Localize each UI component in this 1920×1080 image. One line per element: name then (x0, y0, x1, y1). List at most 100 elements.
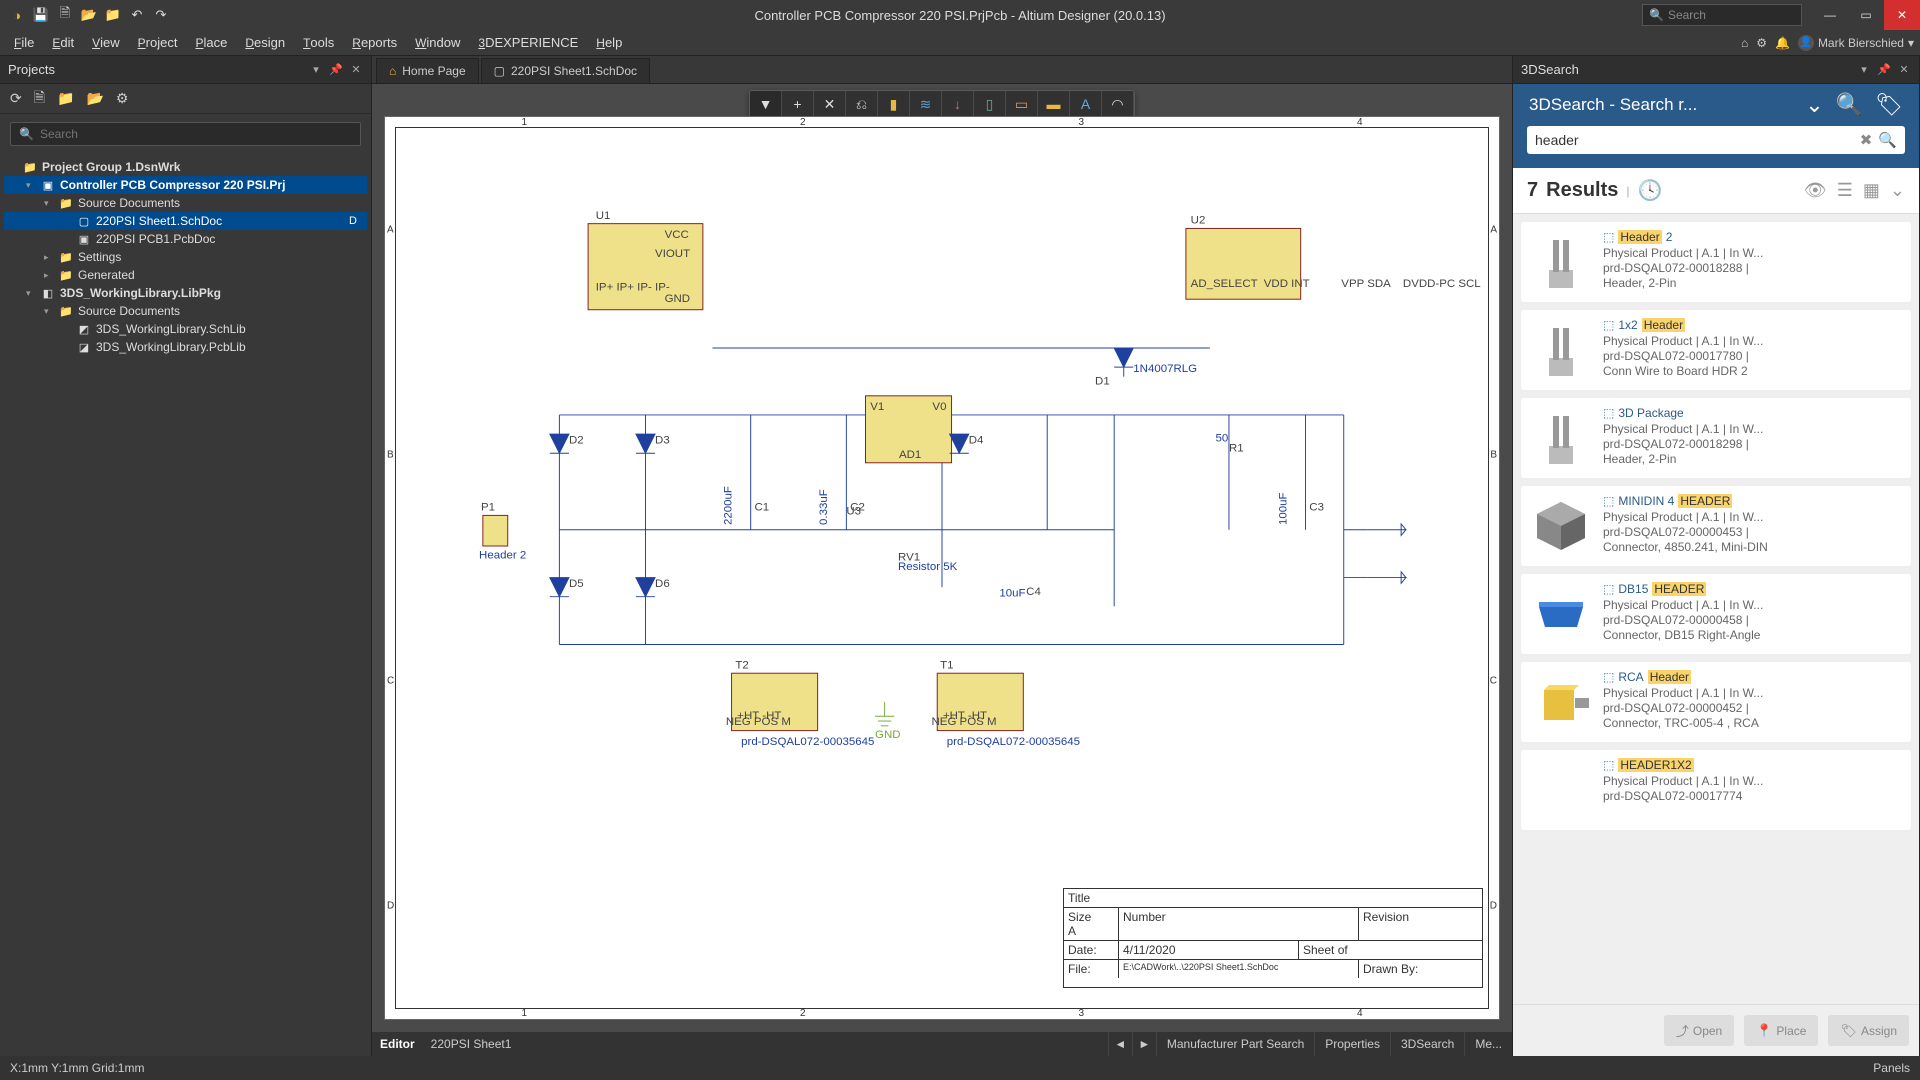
result-id: prd-DSQAL072-00018288 | (1603, 261, 1903, 275)
grid-view-icon[interactable]: ▦ (1863, 180, 1880, 201)
gear-icon[interactable]: ⚙ (116, 90, 129, 107)
menu-design[interactable]: Design (237, 31, 293, 54)
global-search[interactable]: 🔍 Search (1642, 4, 1802, 26)
filter-icon[interactable]: ☰ (1837, 180, 1853, 201)
settings-gear-icon[interactable]: ⚙ (1756, 36, 1767, 50)
result-card[interactable]: ⬚ Header 2Physical Product | A.1 | In W.… (1521, 222, 1911, 302)
file-icon[interactable]: 🗎 (34, 87, 45, 111)
tab-manufacturer[interactable]: Manufacturer Part Search (1156, 1032, 1314, 1056)
svg-text:AD_SELECT VDD INT VP: AD_SELECT VDD INT VPP SDA DVDD-PC SCL AV… (1191, 278, 1488, 290)
panel-dropdown-icon[interactable]: ▾ (309, 63, 323, 77)
search-icon[interactable]: 🔍 (1878, 131, 1897, 149)
text-icon[interactable]: A (1070, 91, 1102, 117)
sheet-icon[interactable]: ▭ (1006, 91, 1038, 117)
search-icon[interactable]: 🔍 (1836, 92, 1863, 118)
clear-icon[interactable]: ✖ (1860, 131, 1873, 149)
doc-tab[interactable]: ▢220PSI Sheet1.SchDoc (481, 58, 650, 83)
part-icon[interactable]: ▬ (1038, 91, 1070, 117)
menu-view[interactable]: View (84, 31, 128, 54)
panel-pin-icon[interactable]: 📌 (329, 63, 343, 77)
redo-icon[interactable]: ↷ (152, 6, 170, 24)
open-folder-icon[interactable]: 📂 (80, 6, 98, 24)
menu-3dexperience[interactable]: 3DEXPERIENCE (470, 31, 586, 54)
component-icon[interactable]: ▯ (974, 91, 1006, 117)
tree-item[interactable]: 📁Project Group 1.DsnWrk (4, 158, 367, 176)
plus-icon[interactable]: + (782, 91, 814, 117)
menu-project[interactable]: Project (130, 31, 186, 54)
projects-search[interactable]: 🔍 (10, 122, 361, 146)
notifications-icon[interactable]: 🔔 (1775, 36, 1790, 50)
result-card[interactable]: ⬚ MINIDIN 4 HEADERPhysical Product | A.1… (1521, 486, 1911, 566)
chevron-down-icon[interactable]: ⌄ (1805, 92, 1823, 118)
panel-close-icon[interactable]: ✕ (1897, 63, 1911, 77)
net-label-icon[interactable]: ▮ (878, 91, 910, 117)
maximize-button[interactable]: ▭ (1848, 0, 1884, 30)
eye-icon[interactable]: 👁 (1804, 180, 1827, 201)
tree-item[interactable]: ▸📁Generated (4, 266, 367, 284)
menu-place[interactable]: Place (187, 31, 235, 54)
folder-icon[interactable]: 📁 (57, 90, 74, 107)
break-icon[interactable]: ⎌ (846, 91, 878, 117)
result-thumb (1529, 494, 1593, 558)
tree-item[interactable]: ◩3DS_WorkingLibrary.SchLib (4, 320, 367, 338)
panel-pin-icon[interactable]: 📌 (1877, 63, 1891, 77)
home-icon[interactable]: ⌂ (1741, 36, 1748, 50)
close-button[interactable]: ✕ (1884, 0, 1920, 30)
menu-tools[interactable]: Tools (295, 31, 342, 54)
minimize-button[interactable]: — (1812, 0, 1848, 30)
canvas[interactable]: ▼ + ✕ ⎌ ▮ ≋ ↓ ▯ ▭ ▬ A ◠ 11223344AABBCCDD (372, 84, 1512, 1032)
bus-icon[interactable]: ≋ (910, 91, 942, 117)
tree-item[interactable]: ▸📁Settings (4, 248, 367, 266)
doc-tab[interactable]: ⌂Home Page (376, 58, 479, 83)
tag-icon[interactable]: 🏷 (1875, 92, 1903, 118)
undo-icon[interactable]: ↶ (128, 6, 146, 24)
folder-2-icon[interactable]: 📂 (86, 90, 103, 107)
tree-item[interactable]: ▢220PSI Sheet1.SchDocD (4, 212, 367, 230)
svg-text:D2: D2 (569, 435, 584, 447)
menu-help[interactable]: Help (588, 31, 630, 54)
open-button[interactable]: ⤴ Open (1664, 1015, 1734, 1046)
user-menu[interactable]: 👤 Mark Bierschied ▾ (1798, 35, 1914, 51)
open-folder-2-icon[interactable]: 📁 (104, 6, 122, 24)
tree-item[interactable]: ▾📁Source Documents (4, 194, 367, 212)
place-button[interactable]: 📍 Place (1744, 1015, 1818, 1046)
result-card[interactable]: ⬚ RCA HeaderPhysical Product | A.1 | In … (1521, 662, 1911, 742)
menu-reports[interactable]: Reports (344, 31, 405, 54)
tree-item[interactable]: ▾◧3DS_WorkingLibrary.LibPkg (4, 284, 367, 302)
tab-properties[interactable]: Properties (1314, 1032, 1390, 1056)
save-icon[interactable]: 💾 (32, 6, 50, 24)
3dsearch-input[interactable] (1535, 132, 1854, 148)
tree-item[interactable]: ▾📁Source Documents (4, 302, 367, 320)
tab-sheet[interactable]: 220PSI Sheet1 (431, 1037, 512, 1051)
power-port-icon[interactable]: ↓ (942, 91, 974, 117)
tab-editor[interactable]: Editor (380, 1037, 415, 1051)
panels-button[interactable]: Panels (1873, 1061, 1910, 1075)
result-card[interactable]: ⬚ DB15 HEADERPhysical Product | A.1 | In… (1521, 574, 1911, 654)
save-all-icon[interactable]: 🗎 (56, 6, 74, 24)
chevron-down-icon[interactable]: ⌄ (1890, 180, 1905, 201)
filter-icon[interactable]: ▼ (750, 91, 782, 117)
assign-button[interactable]: 🏷 Assign (1828, 1015, 1909, 1046)
projects-search-input[interactable] (40, 127, 352, 141)
result-card[interactable]: ⬚ 3D PackagePhysical Product | A.1 | In … (1521, 398, 1911, 478)
scroll-left-icon[interactable]: ◄ (1108, 1032, 1132, 1056)
result-card[interactable]: ⬚ 1x2 HeaderPhysical Product | A.1 | In … (1521, 310, 1911, 390)
cross-icon[interactable]: ✕ (814, 91, 846, 117)
panel-close-icon[interactable]: ✕ (349, 63, 363, 77)
tab-3dsearch[interactable]: 3DSearch (1390, 1032, 1464, 1056)
panel-dropdown-icon[interactable]: ▾ (1857, 63, 1871, 77)
scroll-right-icon[interactable]: ► (1132, 1032, 1156, 1056)
title-bar: ◑ 💾 🗎 📂 📁 ↶ ↷ Controller PCB Compressor … (0, 0, 1920, 30)
history-icon[interactable]: 🕓 (1638, 178, 1663, 203)
ruler-row: B (387, 450, 394, 461)
tab-messages[interactable]: Me... (1464, 1032, 1512, 1056)
menu-edit[interactable]: Edit (44, 31, 82, 54)
refresh-icon[interactable]: ⟳ (10, 90, 22, 107)
result-card[interactable]: ⬚ HEADER1X2Physical Product | A.1 | In W… (1521, 750, 1911, 830)
tree-item[interactable]: ◪3DS_WorkingLibrary.PcbLib (4, 338, 367, 356)
menu-window[interactable]: Window (407, 31, 468, 54)
tree-item[interactable]: ▣220PSI PCB1.PcbDoc (4, 230, 367, 248)
menu-file[interactable]: File (6, 31, 42, 54)
tree-item[interactable]: ▾▣Controller PCB Compressor 220 PSI.Prj (4, 176, 367, 194)
arc-icon[interactable]: ◠ (1102, 91, 1134, 117)
